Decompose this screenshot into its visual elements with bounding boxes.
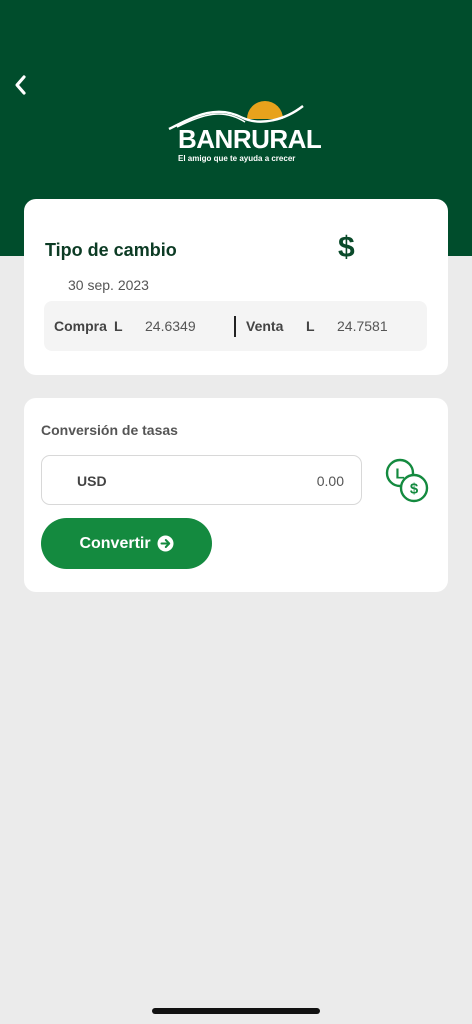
brand-name: BANRURAL <box>178 124 322 154</box>
exchange-rate-date: 30 sep. 2023 <box>68 277 149 293</box>
conversion-title: Conversión de tasas <box>41 422 178 438</box>
exchange-rate-card: Tipo de cambio $ 30 sep. 2023 Compra L 2… <box>24 199 448 375</box>
sell-value: 24.7581 <box>337 318 388 334</box>
arrow-right-circle-icon <box>157 535 174 552</box>
back-button[interactable] <box>6 70 34 100</box>
brand-tagline: El amigo que te ayuda a crecer <box>178 154 296 163</box>
convert-button-label: Convertir <box>79 534 151 552</box>
conversion-card: Conversión de tasas USD 0.00 L $ Convert… <box>24 398 448 592</box>
amount-input[interactable]: USD 0.00 <box>41 455 362 505</box>
chevron-left-icon <box>15 75 26 95</box>
sell-label: Venta <box>246 318 284 334</box>
amount-value: 0.00 <box>316 473 344 489</box>
dollar-sign-icon: $ <box>338 231 355 264</box>
svg-text:$: $ <box>410 481 419 498</box>
banrural-logo: BANRURAL El amigo que te ayuda a crecer <box>165 96 322 166</box>
rate-divider <box>234 316 236 337</box>
buy-value: 24.6349 <box>145 318 196 334</box>
sell-currency: L <box>306 318 315 334</box>
buy-currency: L <box>114 318 123 334</box>
currency-label: USD <box>77 473 107 489</box>
rate-values-box: Compra L 24.6349 Venta L 24.7581 <box>44 301 427 351</box>
currency-swap-icon[interactable]: L $ <box>384 456 432 506</box>
convert-button[interactable]: Convertir <box>41 518 212 569</box>
buy-label: Compra <box>54 318 107 334</box>
exchange-rate-title: Tipo de cambio <box>45 240 177 260</box>
home-indicator[interactable] <box>152 1008 320 1014</box>
